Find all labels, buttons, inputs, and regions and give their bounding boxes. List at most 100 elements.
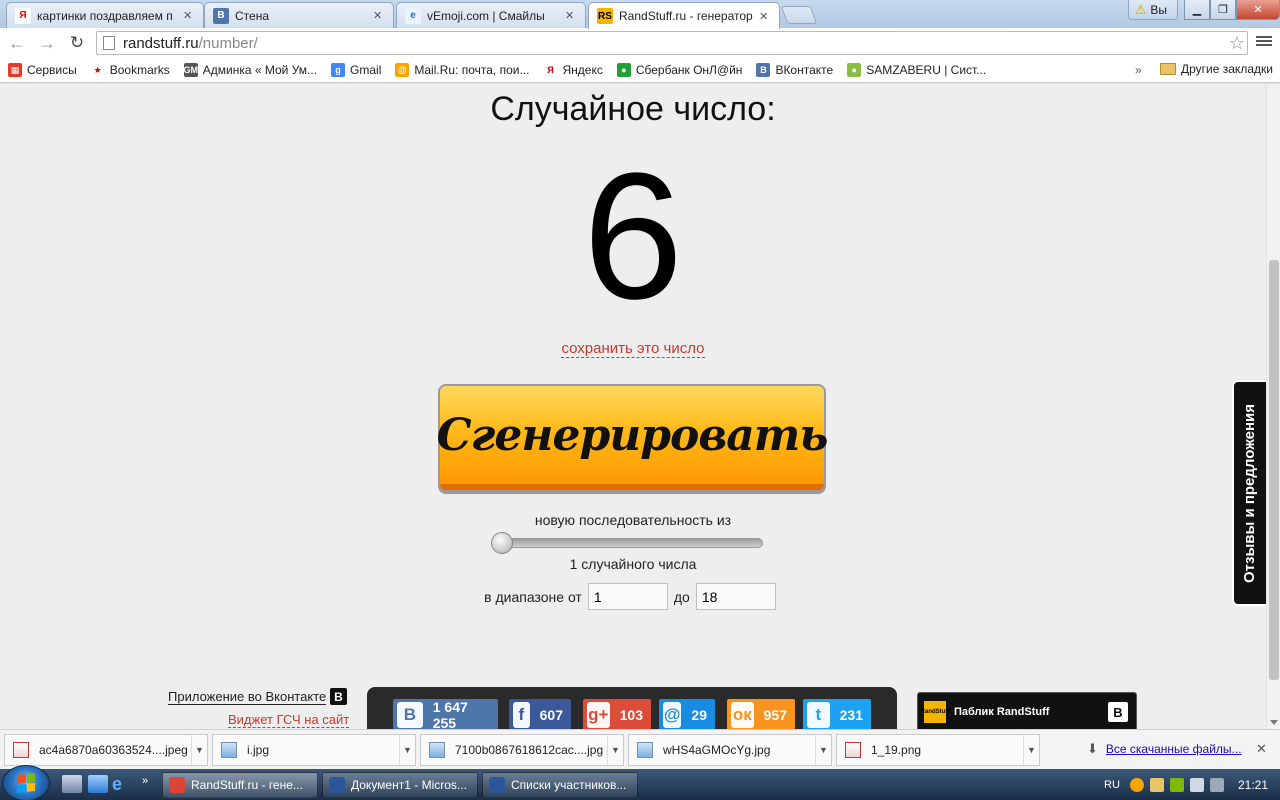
public-label: Паблик RandStuff xyxy=(954,706,1050,718)
page-scrollbar[interactable] xyxy=(1266,84,1280,729)
taskbar-item[interactable]: Списки участников... xyxy=(482,772,638,798)
vk-share-button[interactable]: B 1 647 255 xyxy=(393,699,498,729)
language-indicator[interactable]: RU xyxy=(1104,779,1120,791)
address-bar[interactable]: randstuff.ru/number/ ☆ xyxy=(96,31,1248,55)
arrow-right-icon: → xyxy=(38,32,56,53)
generate-button[interactable]: Сгенерировать xyxy=(437,384,828,494)
vk-app-link[interactable]: Приложение во Вконтакте xyxy=(168,689,327,705)
bookmark-label: Gmail xyxy=(350,63,382,77)
feedback-tab[interactable]: Отзывы и предложения xyxy=(1232,380,1266,606)
clock[interactable]: 21:21 xyxy=(1238,778,1268,792)
ie-page-icon: e xyxy=(405,7,421,24)
explorer-icon[interactable] xyxy=(88,775,108,793)
chevron-down-icon[interactable]: ▼ xyxy=(607,735,623,765)
chevron-down-icon[interactable]: ▼ xyxy=(191,735,207,765)
other-bookmarks-folder[interactable]: Другие закладки xyxy=(1160,62,1273,76)
tab-strip: Якартинки поздравляем п ✕ B Стена ✕ e vEmoji.c… xyxy=(0,0,1280,29)
back-button[interactable]: ← xyxy=(4,30,30,56)
googleplus-share-button[interactable]: g+ 103 xyxy=(583,699,651,729)
forward-button[interactable]: → xyxy=(34,30,60,56)
chrome-menu-button[interactable] xyxy=(1256,34,1272,50)
close-downloads-button[interactable]: ✕ xyxy=(1256,741,1267,757)
scroll-down-icon[interactable] xyxy=(1270,720,1278,725)
bookmark-item[interactable]: GM Админка « Мой Ум... xyxy=(184,63,317,77)
close-tab-icon[interactable]: ✕ xyxy=(183,9,195,22)
network-icon[interactable] xyxy=(1169,777,1184,792)
tab-title: RandStuff.ru - генератор xyxy=(619,9,753,23)
mailru-share-button[interactable]: @29 xyxy=(659,699,715,729)
close-tab-icon[interactable]: ✕ xyxy=(565,9,577,22)
bookmark-item[interactable]: ● SAMZABERU | Сист... xyxy=(847,63,986,77)
power-icon[interactable] xyxy=(1209,777,1224,792)
chevron-down-icon[interactable]: ▼ xyxy=(815,735,831,765)
profile-button[interactable]: ⚠ Вы xyxy=(1127,0,1178,20)
minimize-button[interactable]: ▁ xyxy=(1184,0,1210,20)
quicklaunch-more-icon[interactable]: » xyxy=(142,775,162,793)
all-downloads-link[interactable]: ⬇ Все скачанные файлы... xyxy=(1087,741,1242,757)
bookmark-item[interactable]: g Gmail xyxy=(331,63,381,77)
count-label: 1 случайного числа xyxy=(569,556,697,572)
vk-icon: B xyxy=(213,7,229,24)
volume-icon[interactable] xyxy=(1189,777,1204,792)
new-tab-button[interactable] xyxy=(780,6,818,24)
range-from-input[interactable] xyxy=(587,583,668,610)
download-item[interactable]: i.jpg ▼ xyxy=(212,734,416,766)
chevron-down-icon[interactable]: ▼ xyxy=(1023,735,1039,765)
vk-icon[interactable]: B xyxy=(330,688,347,705)
save-number-link[interactable]: сохранить это число xyxy=(561,340,705,358)
start-button[interactable] xyxy=(2,765,50,800)
reload-button[interactable]: ↻ xyxy=(64,30,90,56)
taskbar-item-label: Документ1 - Micros... xyxy=(351,778,467,792)
share-count: 1 647 255 xyxy=(432,699,468,729)
tray-folder-icon[interactable] xyxy=(1149,777,1164,792)
odnoklassniki-share-button[interactable]: ок 957 xyxy=(727,699,795,729)
bookmark-item[interactable]: @ Mail.Ru: почта, пои... xyxy=(395,63,529,77)
restore-button[interactable]: ❐ xyxy=(1210,0,1236,20)
bookmark-star-icon[interactable]: ☆ xyxy=(1229,33,1245,54)
vk-public-widget[interactable]: RandStuff Паблик RandStuff B xyxy=(917,692,1137,729)
taskbar-item[interactable]: Документ1 - Micros... xyxy=(322,772,478,798)
bookmark-item[interactable]: ▦ Сервисы xyxy=(8,63,77,77)
window-controls: ⚠ Вы ▁ ❐ ✕ xyxy=(1127,0,1280,20)
social-share-panel: B 1 647 255 f 607 g+ 103 @29 ок 957 t 231 xyxy=(367,687,897,729)
close-tab-icon[interactable]: ✕ xyxy=(373,9,385,22)
bookmark-label: ВКонтакте xyxy=(775,63,834,77)
apps-grid-icon: ▦ xyxy=(8,63,22,77)
download-item[interactable]: 1_19.png ▼ xyxy=(836,734,1040,766)
bookmark-item[interactable]: ★ Bookmarks xyxy=(90,63,170,77)
bookmark-item[interactable]: B ВКонтакте xyxy=(756,63,833,77)
bookmark-item[interactable]: Я Яндекс xyxy=(543,63,603,77)
tray-app-icon[interactable] xyxy=(1129,777,1144,792)
bookmarks-overflow-button[interactable]: » xyxy=(1135,63,1142,77)
show-desktop-icon[interactable] xyxy=(62,775,82,793)
facebook-share-button[interactable]: f 607 xyxy=(509,699,571,729)
bookmark-item[interactable]: ● Сбербанк ОнЛ@йн xyxy=(616,63,742,77)
taskbar-item[interactable]: RandStuff.ru - гене... xyxy=(162,772,318,798)
feedback-tab-label: Отзывы и предложения xyxy=(1241,403,1259,583)
tab-2[interactable]: B Стена ✕ xyxy=(204,2,394,28)
range-to-input[interactable] xyxy=(695,583,776,610)
twitter-share-button[interactable]: t 231 xyxy=(803,699,871,729)
vk-icon: B xyxy=(1108,702,1128,722)
page-title: Случайное число: xyxy=(490,90,776,128)
close-tab-icon[interactable]: ✕ xyxy=(759,10,771,23)
image-file-icon xyxy=(221,742,237,758)
chevron-down-icon[interactable]: ▼ xyxy=(399,735,415,765)
word-icon xyxy=(489,777,505,793)
vk-icon: B xyxy=(756,63,771,77)
count-slider-handle[interactable] xyxy=(491,532,513,554)
internet-explorer-icon[interactable]: e xyxy=(112,775,132,793)
download-item[interactable]: ac4a6870a60363524....jpeg ▼ xyxy=(4,734,208,766)
tab-4[interactable]: RS RandStuff.ru - генератор ✕ xyxy=(588,2,780,29)
download-item[interactable]: wHS4aGMOcYg.jpg ▼ xyxy=(628,734,832,766)
close-window-button[interactable]: ✕ xyxy=(1236,0,1280,20)
widget-link[interactable]: Виджет ГСЧ на сайт xyxy=(228,712,350,728)
reload-icon: ↻ xyxy=(69,33,85,52)
share-count: 29 xyxy=(691,707,707,723)
tab-3[interactable]: e vEmoji.com | Смайлы ✕ xyxy=(396,2,586,28)
scrollbar-thumb[interactable] xyxy=(1269,260,1279,680)
count-slider-track[interactable] xyxy=(493,538,763,548)
tab-1[interactable]: Якартинки поздравляем п ✕ xyxy=(6,2,204,28)
download-item[interactable]: 7100b0867618612cac....jpg ▼ xyxy=(420,734,624,766)
randstuff-icon: RS xyxy=(597,8,613,24)
